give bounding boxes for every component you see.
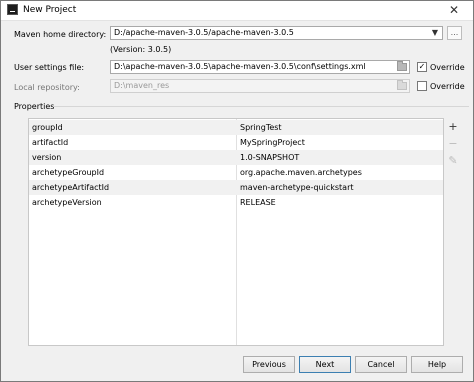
pencil-icon[interactable]: ✎	[446, 154, 460, 167]
new-project-dialog: New Project ✕ Maven home directory: D:/a…	[0, 0, 474, 382]
properties-section-label: Properties	[14, 102, 55, 111]
properties-divider	[53, 106, 469, 107]
folder-icon	[397, 80, 407, 90]
minus-icon[interactable]: −	[446, 137, 460, 150]
property-key: archetypeVersion	[32, 198, 102, 207]
table-row[interactable]: version 1.0-SNAPSHOT	[29, 150, 443, 165]
property-key: version	[32, 153, 62, 162]
help-button[interactable]: Help	[411, 356, 463, 373]
previous-button[interactable]: Previous	[243, 356, 295, 373]
property-key: archetypeArtifactId	[32, 183, 110, 192]
property-key: groupId	[32, 123, 63, 132]
property-value[interactable]: RELEASE	[240, 195, 276, 210]
table-row[interactable]: artifactId MySpringProject	[29, 135, 443, 150]
maven-home-label: Maven home directory:	[14, 30, 107, 39]
property-value[interactable]: SpringTest	[240, 120, 282, 135]
maven-home-value: D:/apache-maven-3.0.5/apache-maven-3.0.5	[114, 28, 294, 37]
local-repository-value: D:\maven_res	[114, 81, 170, 90]
plus-icon[interactable]: +	[446, 120, 460, 133]
user-settings-override-checkbox[interactable]: ✓	[417, 62, 427, 72]
maven-home-browse-button[interactable]: ...	[447, 26, 462, 40]
local-repository-label: Local repository:	[14, 83, 80, 92]
app-icon	[7, 4, 18, 15]
user-settings-input[interactable]: D:\apache-maven-3.0.5\apache-maven-3.0.5…	[110, 60, 410, 74]
title-bar: New Project ✕	[1, 1, 473, 21]
maven-version-note: (Version: 3.0.5)	[110, 45, 172, 54]
cancel-button[interactable]: Cancel	[355, 356, 407, 373]
maven-home-combo[interactable]: D:/apache-maven-3.0.5/apache-maven-3.0.5…	[110, 26, 443, 40]
property-key: artifactId	[32, 138, 69, 147]
user-settings-label: User settings file:	[14, 63, 85, 72]
properties-table[interactable]: groupId SpringTest artifactId MySpringPr…	[28, 118, 444, 346]
user-settings-override-label: Override	[430, 63, 465, 72]
close-icon[interactable]: ✕	[443, 2, 465, 18]
local-repository-override-checkbox[interactable]	[417, 81, 427, 91]
user-settings-value: D:\apache-maven-3.0.5\apache-maven-3.0.5…	[114, 62, 366, 71]
checkmark-icon: ✓	[418, 62, 426, 71]
property-value[interactable]: org.apache.maven.archetypes	[240, 165, 362, 180]
chevron-down-icon[interactable]: ▼	[428, 27, 442, 39]
table-row[interactable]: archetypeVersion RELEASE	[29, 195, 443, 210]
window-title: New Project	[23, 5, 77, 15]
property-value[interactable]: maven-archetype-quickstart	[240, 180, 354, 195]
property-value[interactable]: 1.0-SNAPSHOT	[240, 150, 299, 165]
folder-icon[interactable]	[397, 61, 407, 71]
property-value[interactable]: MySpringProject	[240, 135, 305, 150]
table-row[interactable]: groupId SpringTest	[29, 120, 443, 135]
property-key: archetypeGroupId	[32, 168, 105, 177]
local-repository-override-label: Override	[430, 82, 465, 91]
next-button[interactable]: Next	[299, 356, 351, 373]
table-row[interactable]: archetypeArtifactId maven-archetype-quic…	[29, 180, 443, 195]
table-row[interactable]: archetypeGroupId org.apache.maven.archet…	[29, 165, 443, 180]
local-repository-input: D:\maven_res	[110, 79, 410, 93]
